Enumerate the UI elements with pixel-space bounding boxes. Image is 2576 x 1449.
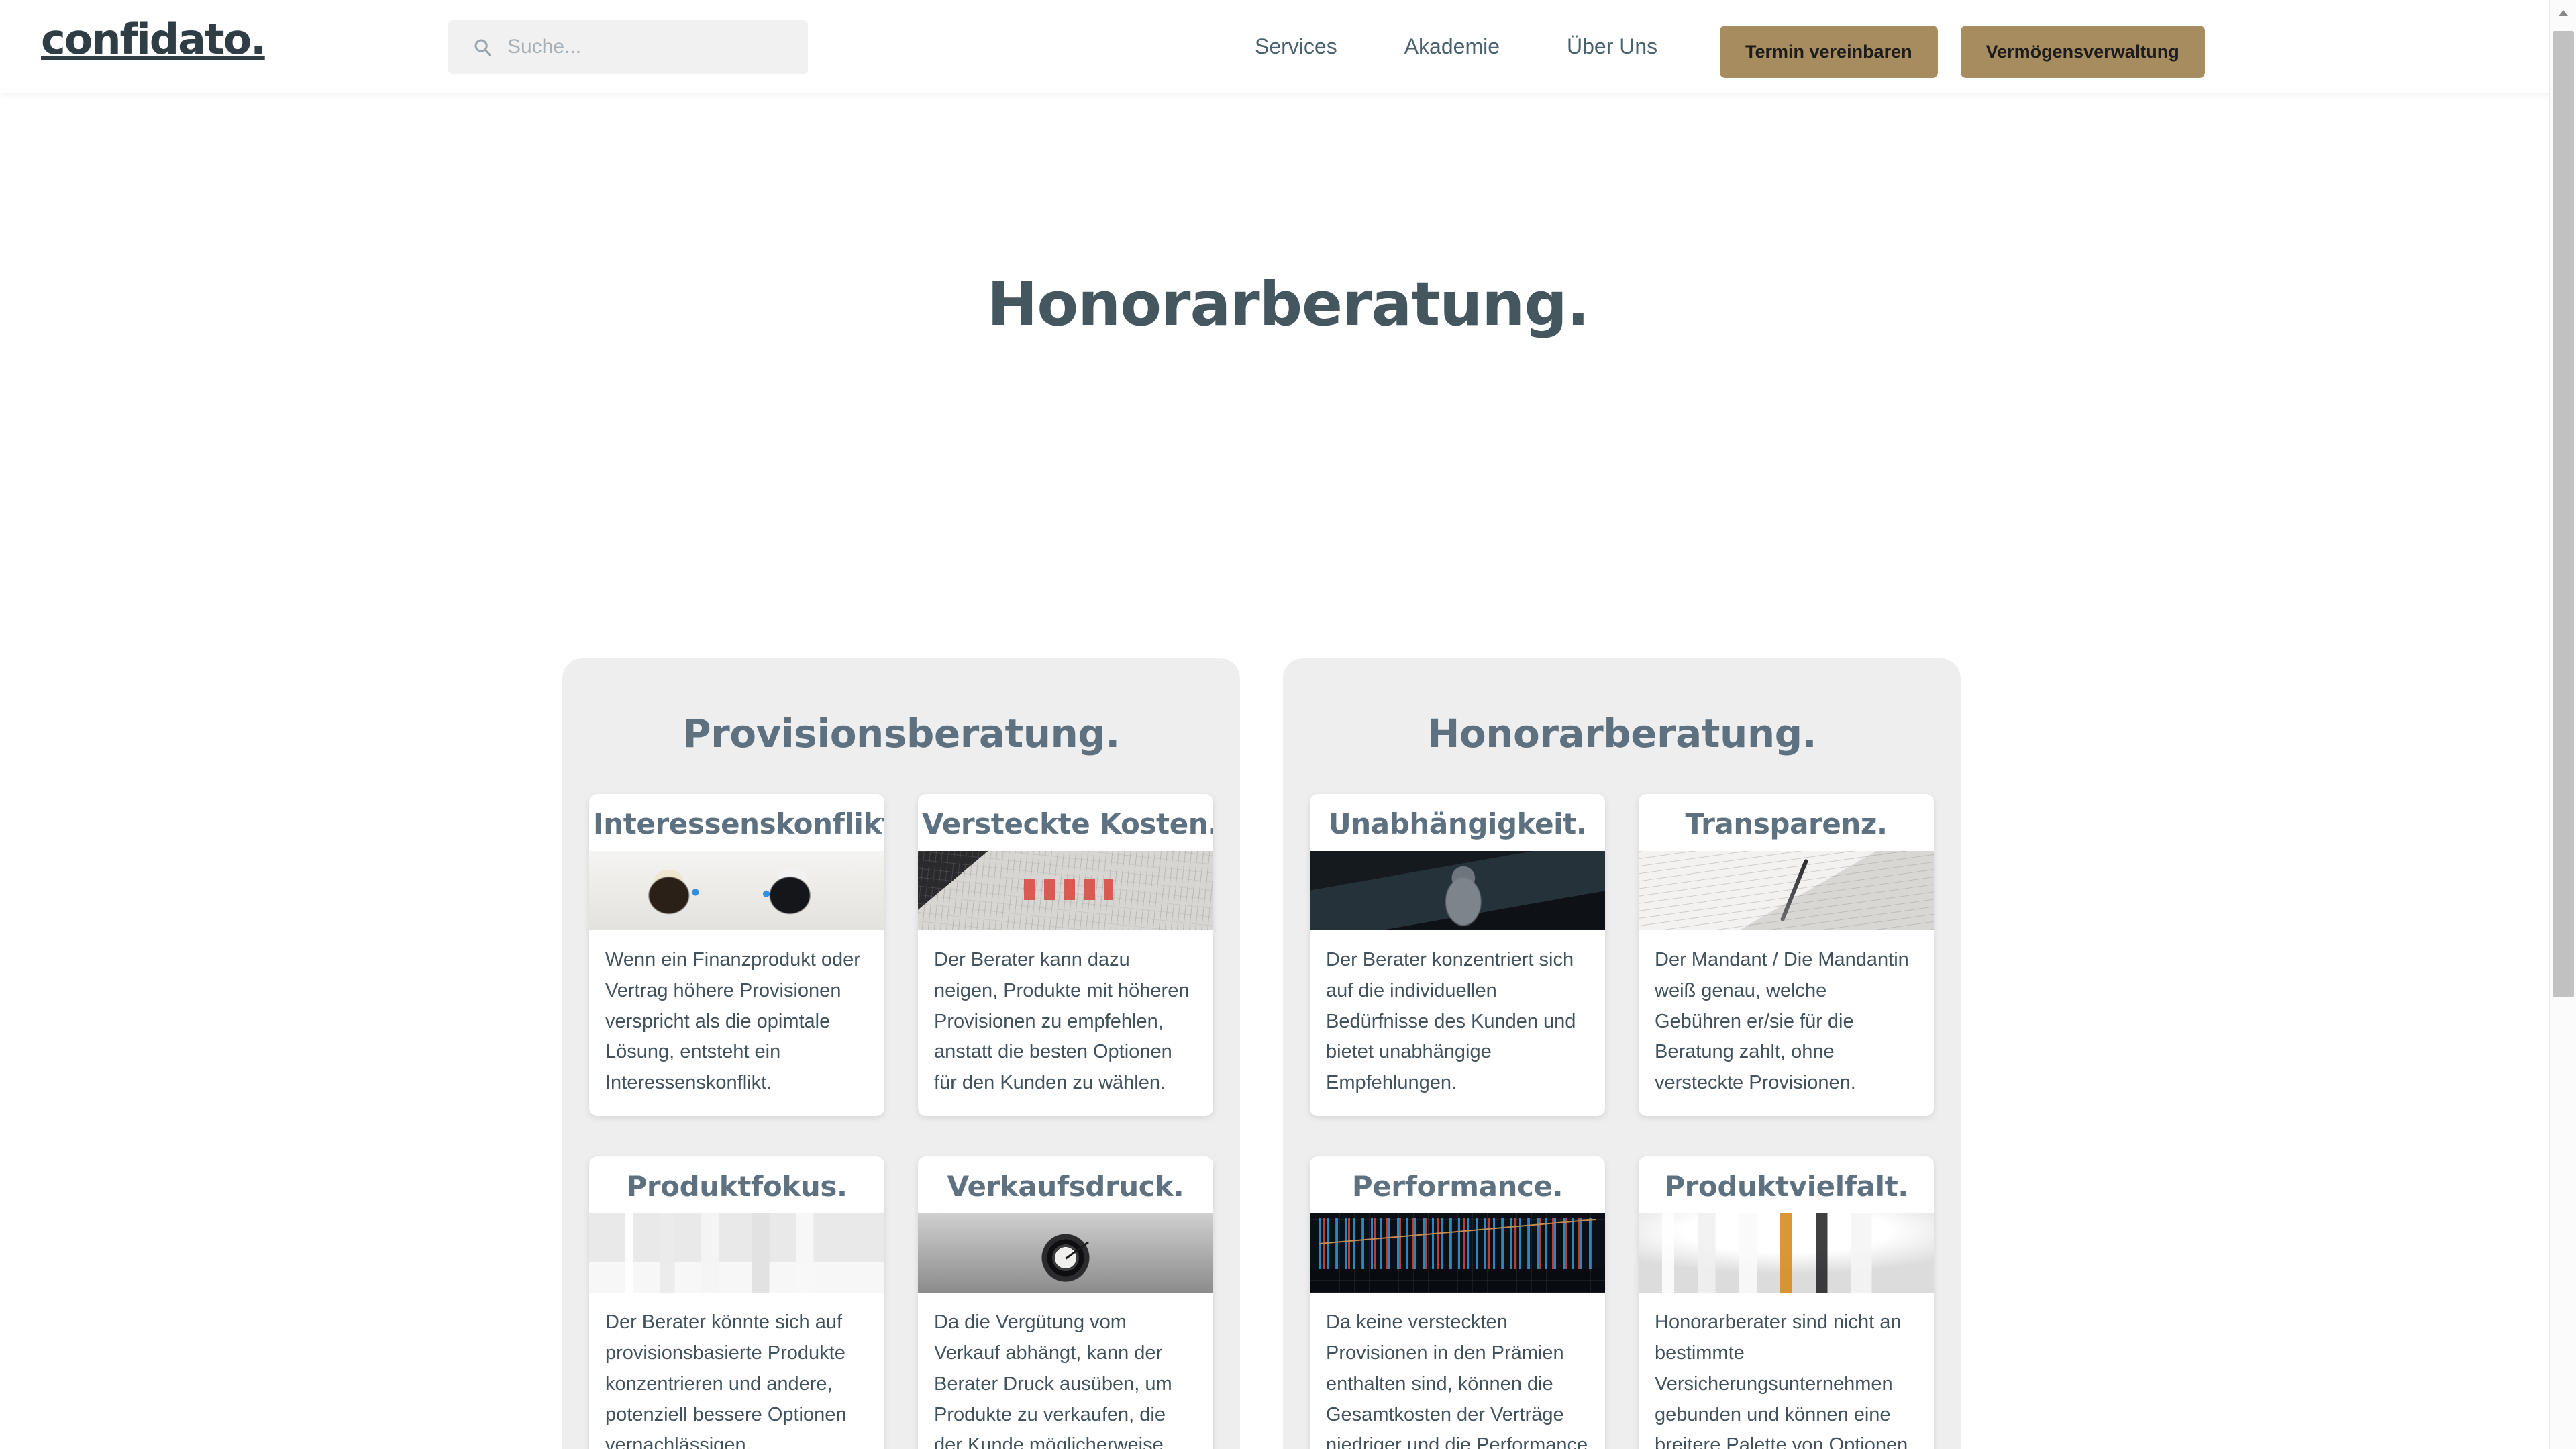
card-grid: Unabhängigkeit. Der Berater konzentriert… — [1310, 794, 1934, 1449]
robot-heads-image — [589, 851, 884, 930]
newspaper-tables-image — [918, 851, 1213, 930]
search-input[interactable] — [507, 36, 776, 58]
card-body: Da die Vergütung vom Verkauf abhängt, ka… — [934, 1311, 1172, 1449]
comparison-panels: Provisionsberatung. Interessenskonflikt.… — [562, 658, 1961, 1449]
card-performance[interactable]: Performance. Da keine versteckten Provis… — [1310, 1156, 1605, 1449]
card-title: Versteckte Kosten. — [922, 807, 1213, 840]
panel-provisionsberatung: Provisionsberatung. Interessenskonflikt.… — [562, 658, 1240, 1449]
card-title: Interessenskonflikt. — [593, 807, 884, 840]
panel-title: Provisionsberatung. — [682, 711, 1120, 756]
panel-honorarberatung: Honorarberatung. Unabhängigkeit. Der Ber… — [1283, 658, 1961, 1449]
scrollbar-thumb[interactable] — [2553, 31, 2574, 997]
nav-link-akademie[interactable]: Akademie — [1371, 34, 1533, 59]
card-body: Der Berater könnte sich auf provisionsba… — [605, 1311, 847, 1449]
card-title: Verkaufsdruck. — [947, 1170, 1184, 1203]
card-body: Der Berater konzentriert sich auf die in… — [1326, 949, 1576, 1094]
card-title: Transparenz. — [1685, 807, 1888, 840]
pressure-gauge-image — [918, 1213, 1213, 1293]
card-title: Unabhängigkeit. — [1328, 807, 1587, 840]
card-verkaufsdruck[interactable]: Verkaufsdruck. Da die Vergütung vom Verk… — [918, 1156, 1213, 1449]
card-interessenskonflikt[interactable]: Interessenskonflikt. Wenn ein Finanzprod… — [589, 794, 884, 1117]
nav-link-ueber-uns[interactable]: Über Uns — [1533, 34, 1691, 59]
page-content: Honorarberatung. Provisionsberatung. Int… — [0, 269, 2576, 1449]
site-logo[interactable]: confidato. — [41, 19, 266, 60]
card-transparenz[interactable]: Transparenz. Der Mandant / Die Mandantin… — [1639, 794, 1934, 1117]
card-grid: Interessenskonflikt. Wenn ein Finanzprod… — [589, 794, 1213, 1449]
card-produktvielfalt[interactable]: Produktvielfalt. Honorarberater sind nic… — [1639, 1156, 1934, 1449]
card-title: Produktvielfalt. — [1664, 1170, 1908, 1203]
search-box[interactable] — [448, 20, 808, 74]
card-unabhaengigkeit[interactable]: Unabhängigkeit. Der Berater konzentriert… — [1310, 794, 1605, 1117]
header-cta-group: Termin vereinbaren Vermögensverwaltung — [1720, 26, 2205, 78]
site-header: confidato. Services Akademie Über Uns Te… — [0, 0, 2576, 93]
statue-of-liberty-image — [1310, 851, 1605, 930]
card-title: Performance. — [1351, 1170, 1563, 1203]
pen-on-contract-image — [1639, 851, 1934, 930]
termin-vereinbaren-button[interactable]: Termin vereinbaren — [1720, 26, 1938, 78]
vermoegensverwaltung-button[interactable]: Vermögensverwaltung — [1960, 26, 2205, 78]
page-scrollbar[interactable] — [2549, 0, 2576, 1449]
card-produktfokus[interactable]: Produktfokus. Der Berater könnte sich au… — [589, 1156, 884, 1449]
card-body: Wenn ein Finanzprodukt oder Vertrag höhe… — [605, 949, 860, 1094]
product-bottles-image — [1639, 1213, 1934, 1293]
main-nav: Services Akademie Über Uns — [1221, 0, 1691, 93]
nav-link-services[interactable]: Services — [1221, 34, 1371, 59]
search-icon — [472, 37, 493, 57]
card-body: Der Mandant / Die Mandantin weiß genau, … — [1655, 949, 1909, 1094]
card-versteckte-kosten[interactable]: Versteckte Kosten. Der Berater kann dazu… — [918, 794, 1213, 1117]
page-title: Honorarberatung. — [987, 269, 1590, 340]
card-body: Honorarberater sind nicht an bestimmte V… — [1655, 1311, 1908, 1449]
scroll-up-arrow-icon[interactable] — [2550, 0, 2576, 27]
panel-title: Honorarberatung. — [1427, 711, 1817, 756]
card-body: Der Berater kann dazu neigen, Produkte m… — [934, 949, 1190, 1094]
trading-terminal-image — [1310, 1213, 1605, 1293]
cosmetics-shelf-image — [589, 1213, 884, 1293]
card-title: Produktfokus. — [626, 1170, 847, 1203]
card-body: Da keine versteckten Provisionen in den … — [1326, 1311, 1588, 1449]
